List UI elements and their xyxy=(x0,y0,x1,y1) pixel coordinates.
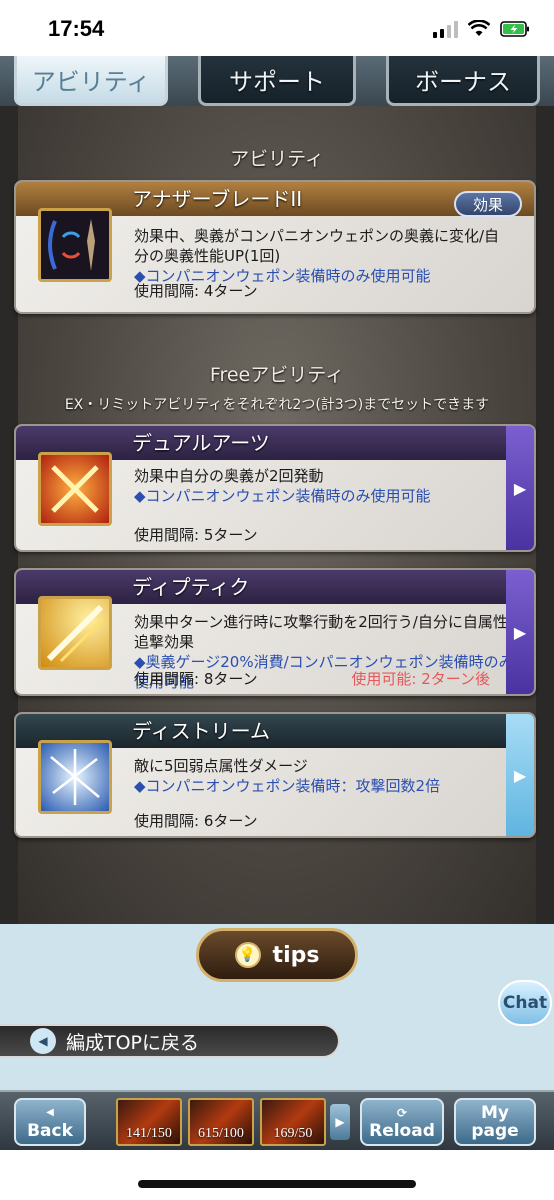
home-indicator[interactable] xyxy=(138,1180,416,1188)
battery-charging-icon xyxy=(500,21,529,37)
ability-name: デュアルアーツ xyxy=(132,431,270,455)
chevron-up-icon: ◀ xyxy=(46,1107,54,1118)
footer-nav: ◀ Back 141/150 615/100 169/50 ▶ ⟳ Reload… xyxy=(0,1090,554,1150)
cooldown-text: 使用間隔: 6ターン xyxy=(134,812,258,830)
item-count: 169/50 xyxy=(273,1126,313,1141)
status-bar: 17:54 xyxy=(0,0,554,56)
back-label: Back xyxy=(27,1121,73,1141)
tips-label: tips xyxy=(272,942,320,968)
tab-bar: アビリティ サポート ボーナス xyxy=(0,56,554,106)
condition-text: ◆コンパニオンウェポン装備時のみ使用可能 xyxy=(134,487,431,505)
reload-icon: ⟳ xyxy=(396,1106,408,1120)
description-text: 敵に5回弱点属性ダメージ xyxy=(134,757,308,775)
condition-text: ◆コンパニオンウェポン装備時：攻撃回数2倍 xyxy=(134,777,441,795)
chevron-left-icon: ◀ xyxy=(30,1028,56,1054)
chevron-right-icon[interactable]: ▶ xyxy=(506,714,534,836)
ability-name: アナザーブレードII xyxy=(132,187,303,211)
ability-name: ディストリーム xyxy=(132,719,270,743)
lightbulb-icon: 💡 xyxy=(234,942,261,968)
chevron-right-icon[interactable]: ▶ xyxy=(506,426,534,550)
mypage-label-line1: My xyxy=(481,1103,509,1123)
slash-burst-icon xyxy=(38,596,112,670)
availability-text: 使用可能: 2ターン後 xyxy=(351,670,490,688)
mypage-button[interactable]: My page xyxy=(454,1098,536,1146)
item-slot[interactable]: 169/50 xyxy=(260,1098,326,1146)
ability-description: 敵に5回弱点属性ダメージ ◆コンパニオンウェポン装備時：攻撃回数2倍 xyxy=(134,756,514,796)
chevron-right-icon[interactable]: ▶ xyxy=(330,1104,350,1140)
home-strip xyxy=(0,1150,554,1200)
description-text: 効果中ターン進行時に攻撃行動を2回行う/自分に自属性追撃効果 xyxy=(134,613,508,651)
tab-ability[interactable]: アビリティ xyxy=(14,56,168,106)
section-title-ability: アビリティ xyxy=(230,148,324,170)
ability-card-dual-arts[interactable]: デュアルアーツ 効果中自分の奥義が2回発動 ◆コンパニオンウェポン装備時のみ使用… xyxy=(14,424,536,552)
lightning-burst-icon xyxy=(38,740,112,814)
ability-name: ディプティク xyxy=(132,575,250,599)
description-text: 効果中、奥義がコンパニオンウェポンの奥義に変化/自分の奥義性能UP(1回) xyxy=(134,227,500,265)
description-text: 効果中自分の奥義が2回発動 xyxy=(134,467,324,485)
ability-card-another-blade[interactable]: アナザーブレードII 効果 効果中、奥義がコンパニオンウェポンの奥義に変化/自分… xyxy=(14,180,536,314)
ability-description: 効果中、奥義がコンパニオンウェポンの奥義に変化/自分の奥義性能UP(1回) ◆コ… xyxy=(134,226,514,286)
reload-label: Reload xyxy=(369,1121,435,1141)
back-to-top-button[interactable]: ◀ 編成TOPに戻る xyxy=(0,1024,340,1058)
section-title-free: Freeアビリティ xyxy=(209,364,345,386)
ability-card-diptych[interactable]: ディプティク 効果中ターン進行時に攻撃行動を2回行う/自分に自属性追撃効果 ◆奥… xyxy=(14,568,536,696)
section-note-free: EX・リミットアビリティをそれぞれ2つ(計3つ)までセットできます xyxy=(64,397,490,413)
item-count: 615/100 xyxy=(198,1126,244,1141)
item-slot[interactable]: 615/100 xyxy=(188,1098,254,1146)
back-to-top-label: 編成TOPに戻る xyxy=(66,1031,200,1054)
reload-button[interactable]: ⟳ Reload xyxy=(360,1098,444,1146)
blade-swap-icon xyxy=(38,208,112,282)
chevron-right-icon[interactable]: ▶ xyxy=(506,570,534,694)
item-count: 141/150 xyxy=(126,1126,172,1141)
wifi-icon xyxy=(468,20,490,36)
tab-bonus[interactable]: ボーナス xyxy=(386,56,540,106)
status-time: 17:54 xyxy=(48,16,105,41)
mypage-label-line2: page xyxy=(471,1121,519,1141)
item-slot[interactable]: 141/150 xyxy=(116,1098,182,1146)
cooldown-text: 使用間隔: 5ターン xyxy=(134,526,258,544)
status-icons xyxy=(433,18,530,40)
effect-button[interactable]: 効果 xyxy=(454,191,522,217)
tips-button[interactable]: 💡 tips xyxy=(196,928,358,982)
tab-support[interactable]: サポート xyxy=(198,56,356,106)
chat-button[interactable]: Chat xyxy=(498,980,552,1026)
ability-card-distream[interactable]: ディストリーム 敵に5回弱点属性ダメージ ◆コンパニオンウェポン装備時：攻撃回数… xyxy=(14,712,536,838)
back-button[interactable]: ◀ Back xyxy=(14,1098,86,1146)
cooldown-text: 使用間隔: 4ターン xyxy=(134,282,258,300)
cellular-signal-icon xyxy=(433,20,458,38)
crossed-swords-icon xyxy=(38,452,112,526)
cooldown-text: 使用間隔: 8ターン xyxy=(134,670,258,688)
ability-description: 効果中自分の奥義が2回発動 ◆コンパニオンウェポン装備時のみ使用可能 xyxy=(134,466,514,506)
